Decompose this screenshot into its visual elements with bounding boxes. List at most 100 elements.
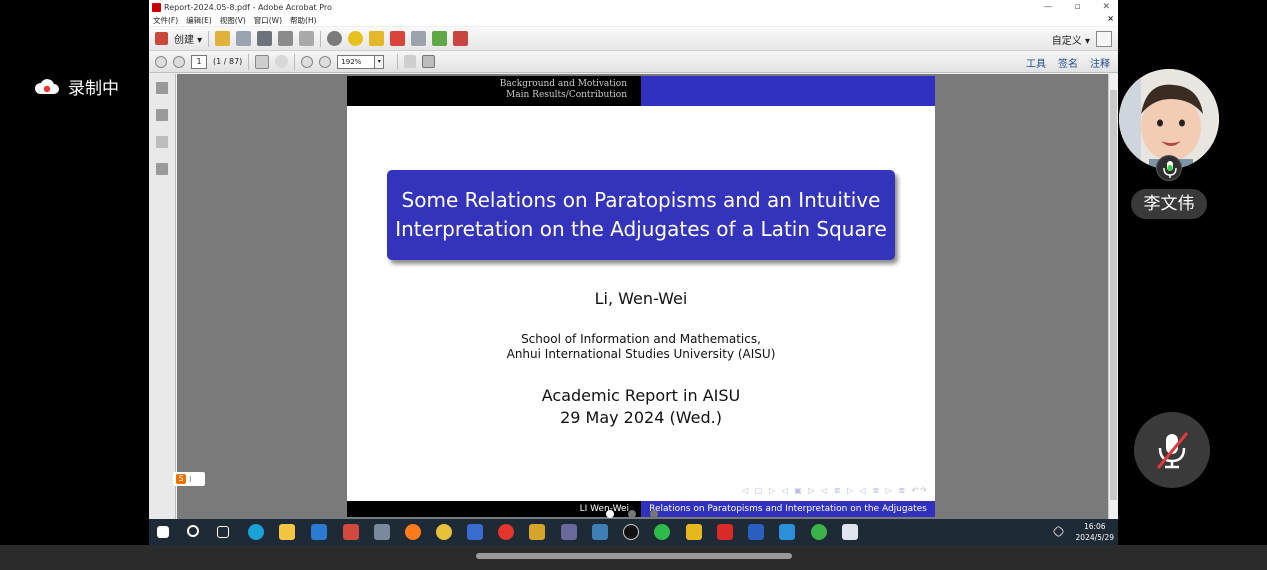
clock-time: 16:06 — [1083, 522, 1106, 531]
previous-page-icon[interactable] — [155, 55, 167, 68]
open-folder-icon[interactable] — [215, 31, 231, 46]
secure-icon[interactable] — [453, 31, 469, 46]
firefox-icon[interactable] — [405, 524, 421, 540]
attachments-icon[interactable] — [156, 136, 168, 148]
slide-affiliation: School of Information and Mathematics, A… — [347, 332, 935, 362]
pdf-page: Background and Motivation Main Results/C… — [347, 76, 935, 517]
app-icon[interactable] — [811, 524, 827, 540]
vertical-scrollbar[interactable] — [1108, 74, 1118, 519]
stamp-icon[interactable] — [390, 31, 406, 46]
next-page-icon[interactable] — [173, 55, 185, 68]
tools-pane-button[interactable]: 工具 — [1026, 55, 1046, 70]
clock-date: 2024/5/29 — [1075, 533, 1114, 542]
app-icon[interactable] — [498, 524, 514, 540]
input-method-badge[interactable]: S ⁝ — [173, 472, 205, 486]
close-button[interactable]: ✕ — [1102, 0, 1110, 14]
app-icon[interactable] — [842, 524, 858, 540]
app-icon[interactable] — [592, 524, 608, 540]
page-count: (1 / 87) — [213, 57, 243, 66]
maximize-button[interactable]: ▫ — [1074, 0, 1080, 14]
mail-icon[interactable] — [311, 524, 327, 540]
task-view-icon[interactable] — [217, 526, 229, 538]
customize-dropdown[interactable]: 自定义 ▾ — [1052, 32, 1090, 47]
beamer-navigation-icons[interactable]: ◁ ▢ ▷ ◁ ▣ ▷ ◁ ≣ ▷ ◁ ≣ ▷ ≣ ↶↷ — [742, 486, 929, 495]
app-icon[interactable] — [686, 524, 702, 540]
system-clock[interactable]: 16:06 2024/5/29 — [1076, 521, 1114, 543]
create-pdf-icon — [155, 32, 168, 45]
fit-page-icon[interactable] — [422, 55, 436, 68]
wechat-icon[interactable] — [654, 524, 670, 540]
menu-edit[interactable]: 编辑(E) — [186, 15, 212, 26]
page-number-input[interactable]: 1 — [191, 54, 207, 69]
comment-pane-button[interactable]: 注释 — [1090, 55, 1110, 70]
screen: 录制中 Report-2024.05-8.pdf - Adobe Acrobat… — [0, 0, 1267, 570]
edge-icon[interactable] — [248, 524, 264, 540]
windows-start-icon[interactable] — [157, 526, 169, 538]
chrome-icon[interactable] — [436, 524, 452, 540]
qq-icon[interactable] — [623, 524, 639, 540]
attach-icon[interactable] — [432, 31, 448, 46]
mute-button[interactable] — [1134, 412, 1210, 488]
window-title: Report-2024.05-8.pdf - Adobe Acrobat Pro — [164, 2, 332, 12]
slide-title-box: Some Relations on Paratopisms and an Int… — [387, 170, 895, 260]
menu-view[interactable]: 视图(V) — [220, 15, 246, 26]
header-section-2[interactable]: Main Results/Contribution — [347, 90, 627, 101]
footer-author: LI Wen-Wei — [347, 501, 641, 517]
bottom-bar — [0, 545, 1267, 570]
mic-on-icon — [1156, 155, 1182, 181]
acrobat-taskbar-icon[interactable] — [343, 524, 359, 540]
minimize-button[interactable]: — — [1043, 0, 1052, 14]
page-dot[interactable] — [628, 510, 636, 518]
mic-muted-icon — [1156, 432, 1189, 469]
sign-pane-button[interactable]: 签名 — [1058, 55, 1078, 70]
sticky-note-icon[interactable] — [369, 31, 385, 46]
settings-icon[interactable] — [327, 31, 343, 46]
close-document-icon[interactable]: × — [1107, 14, 1114, 23]
compare-icon[interactable] — [411, 31, 427, 46]
comment-icon[interactable] — [348, 31, 364, 46]
fit-width-icon[interactable] — [404, 55, 417, 68]
app-icon[interactable] — [779, 524, 795, 540]
menu-help[interactable]: 帮助(H) — [290, 15, 317, 26]
create-button[interactable]: 创建 ▾ — [174, 31, 202, 46]
fullscreen-icon[interactable] — [1096, 31, 1112, 47]
select-tool-icon[interactable] — [255, 54, 270, 69]
signatures-icon[interactable] — [156, 163, 168, 175]
recording-label: 录制中 — [68, 79, 119, 99]
slide-header-bar — [641, 76, 935, 106]
app-icon[interactable] — [529, 524, 545, 540]
file-explorer-icon[interactable] — [279, 524, 295, 540]
participant-name: 李文伟 — [1131, 189, 1207, 219]
menu-window[interactable]: 窗口(W) — [254, 15, 282, 26]
print-icon[interactable] — [257, 31, 273, 46]
word-icon[interactable] — [748, 524, 764, 540]
bookmarks-icon[interactable] — [156, 109, 168, 121]
taskbar: 16:06 2024/5/29 — [149, 519, 1118, 545]
slide-author: Li, Wen-Wei — [594, 289, 688, 308]
email-icon[interactable] — [299, 31, 315, 46]
app-icon[interactable] — [467, 524, 483, 540]
edit-icon[interactable] — [278, 31, 294, 46]
header-section-1[interactable]: Background and Motivation — [347, 79, 627, 90]
page-thumbnails-icon[interactable] — [156, 82, 168, 94]
pen-icon[interactable] — [1052, 525, 1065, 538]
save-icon[interactable] — [236, 31, 252, 46]
page-dot[interactable] — [606, 510, 614, 518]
recording-indicator: 录制中 — [34, 74, 119, 99]
zoom-out-icon[interactable] — [301, 55, 314, 68]
scrollbar-thumb[interactable] — [1110, 90, 1117, 500]
hand-tool-icon[interactable] — [275, 55, 289, 68]
wps-icon[interactable] — [717, 524, 733, 540]
zoom-in-icon[interactable] — [319, 55, 332, 68]
page-dot[interactable] — [650, 510, 658, 518]
participant-avatar[interactable] — [1119, 69, 1219, 169]
chevron-down-icon[interactable]: ▾ — [374, 54, 385, 69]
home-indicator[interactable] — [476, 553, 792, 559]
app-icon[interactable] — [561, 524, 577, 540]
search-icon[interactable] — [187, 525, 199, 537]
zoom-select[interactable]: 192% ▾ — [337, 54, 385, 69]
menu-file[interactable]: 文件(F) — [153, 15, 178, 26]
footer-title: Relations on Paratopisms and Interpretat… — [641, 501, 935, 517]
sogou-icon: S — [176, 474, 186, 484]
app-icon[interactable] — [374, 524, 390, 540]
